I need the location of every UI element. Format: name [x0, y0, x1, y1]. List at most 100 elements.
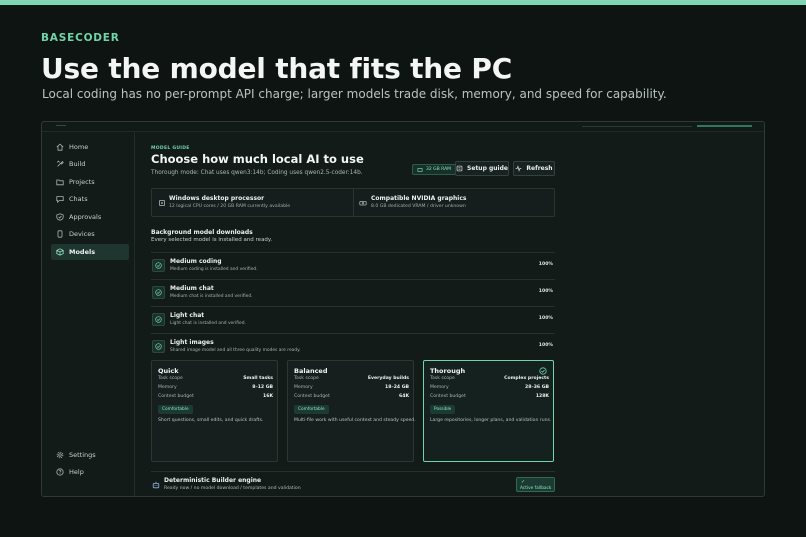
titlebar-search-bar[interactable]: [582, 126, 692, 127]
top-accent-bar: [0, 0, 806, 5]
mode-card-balanced[interactable]: Balanced Task scope Everyday builds Memor…: [287, 360, 416, 462]
row-value: 28–36 GB: [525, 385, 549, 390]
shield-check-icon: [56, 213, 64, 221]
check-circle-icon: [152, 259, 165, 272]
downloads-subtitle: Every selected model is installed and re…: [151, 237, 273, 243]
cpu-title: Windows desktop processor: [169, 195, 265, 202]
ram-label: 32 GB RAM: [426, 167, 452, 172]
row-value: Everyday builds: [367, 376, 409, 381]
row-label: Task scope: [294, 376, 319, 381]
section-tag: MODEL GUIDE: [151, 146, 190, 151]
mode-row-context: Context budget 128K: [430, 394, 549, 399]
sidebar-item-label: Projects: [69, 178, 95, 186]
row-label: Context budget: [158, 394, 194, 399]
selected-check-icon: [539, 367, 547, 375]
mode-name: Quick: [158, 367, 179, 375]
mode-card-quick[interactable]: Quick Task scope Small tasks Memory 8–12 G…: [151, 360, 278, 462]
mode-card-thorough[interactable]: Thorough Task scope Complex projects Memo…: [423, 360, 554, 462]
download-name: Medium coding: [170, 258, 222, 265]
mode-desc: Short questions, small edits, and quick …: [158, 418, 264, 423]
row-label: Memory: [430, 385, 449, 390]
app-window: Home Build Projects Chats Approvals Devi…: [41, 121, 765, 497]
titlebar-progress: [697, 125, 752, 127]
row-value: Complex projects: [504, 376, 549, 381]
fit-badge: Comfortable: [158, 405, 193, 414]
row-label: Memory: [294, 385, 313, 390]
mode-desc: Multi-file work with useful context and …: [294, 418, 416, 423]
mode-name: Balanced: [294, 367, 328, 375]
setup-guide-label: Setup guide: [467, 165, 508, 172]
gpu-icon: [359, 201, 367, 206]
sidebar-item-label: Settings: [69, 451, 96, 459]
check-circle-icon: [152, 313, 165, 326]
brand-label: BASECODER: [41, 32, 120, 44]
cube-icon: [56, 248, 64, 256]
headline: Use the model that fits the PC: [41, 52, 513, 85]
refresh-button[interactable]: Refresh: [513, 161, 555, 176]
check-circle-icon: [152, 286, 165, 299]
sidebar-item-help[interactable]: Help: [51, 464, 129, 480]
row-value: 18–24 GB: [385, 385, 409, 390]
download-row-medium-coding: Medium coding Medium coding is installed…: [151, 252, 555, 279]
mode-row-memory: Memory 8–12 GB: [158, 385, 273, 390]
refresh-label: Refresh: [526, 165, 553, 172]
row-label: Context budget: [430, 394, 466, 399]
builder-engine-row: Deterministic Builder engine Ready now /…: [151, 471, 555, 496]
mode-row-memory: Memory 18–24 GB: [294, 385, 409, 390]
sidebar-item-chats[interactable]: Chats: [51, 191, 129, 207]
cpu-icon: [159, 200, 165, 206]
download-desc: Shared image model and all three quality…: [170, 348, 301, 353]
download-percent: 100%: [538, 316, 553, 321]
sidebar-item-label: Home: [69, 143, 89, 151]
fit-badge: Possible: [430, 405, 456, 414]
row-label: Task scope: [430, 376, 455, 381]
download-desc: Light chat is installed and verified.: [170, 321, 246, 326]
sidebar-item-build[interactable]: Build: [51, 156, 129, 172]
mode-row-scope: Task scope Complex projects: [430, 376, 549, 381]
row-value: 64K: [399, 394, 409, 399]
home-icon: [56, 143, 64, 151]
help-icon: [56, 468, 64, 476]
sidebar-item-projects[interactable]: Projects: [51, 174, 129, 190]
sidebar-item-label: Devices: [69, 230, 95, 238]
build-icon: [56, 160, 64, 167]
row-value: 16K: [263, 394, 273, 399]
download-row-medium-chat: Medium chat Medium chat is installed and…: [151, 279, 555, 306]
mode-row-context: Context budget 16K: [158, 394, 273, 399]
download-percent: 100%: [538, 262, 553, 267]
hardware-divider: [353, 189, 354, 216]
folder-icon: [56, 179, 64, 186]
download-percent: 100%: [538, 289, 553, 294]
sidebar-item-label: Chats: [69, 195, 88, 203]
fit-badge: Comfortable: [294, 405, 329, 414]
mode-row-scope: Task scope Everyday builds: [294, 376, 409, 381]
download-row-light-chat: Light chat Light chat is installed and v…: [151, 306, 555, 333]
book-icon: [456, 165, 463, 172]
row-label: Memory: [158, 385, 177, 390]
downloads-title: Background model downloads: [151, 229, 253, 236]
row-label: Task scope: [158, 376, 183, 381]
download-row-light-images: Light images Shared image model and all …: [151, 333, 555, 360]
activity-icon: [516, 165, 522, 172]
hardware-summary: Windows desktop processor 12 logical CPU…: [151, 188, 555, 217]
sidebar-item-settings[interactable]: Settings: [51, 447, 129, 463]
setup-guide-button[interactable]: Setup guide: [455, 161, 509, 176]
sidebar-item-models[interactable]: Models: [51, 244, 129, 260]
row-value: 8–12 GB: [252, 385, 273, 390]
mode-row-scope: Task scope Small tasks: [158, 376, 273, 381]
download-name: Light chat: [170, 312, 205, 319]
sidebar-item-approvals[interactable]: Approvals: [51, 209, 129, 225]
sidebar-item-label: Help: [69, 468, 84, 476]
check-icon: ✓: [521, 479, 526, 485]
sidebar-item-devices[interactable]: Devices: [51, 226, 129, 242]
check-circle-icon: [152, 340, 165, 353]
sidebar-item-home[interactable]: Home: [51, 139, 129, 155]
chat-icon: [56, 196, 64, 203]
download-name: Medium chat: [170, 285, 214, 292]
engine-desc: Ready now / no model download / template…: [164, 486, 301, 491]
row-value: Small tasks: [243, 376, 273, 381]
row-label: Context budget: [294, 394, 330, 399]
subheadline: Local coding has no per-prompt API charg…: [42, 87, 667, 101]
engine-name: Deterministic Builder engine: [164, 477, 262, 484]
ram-badge: 32 GB RAM: [412, 164, 457, 175]
